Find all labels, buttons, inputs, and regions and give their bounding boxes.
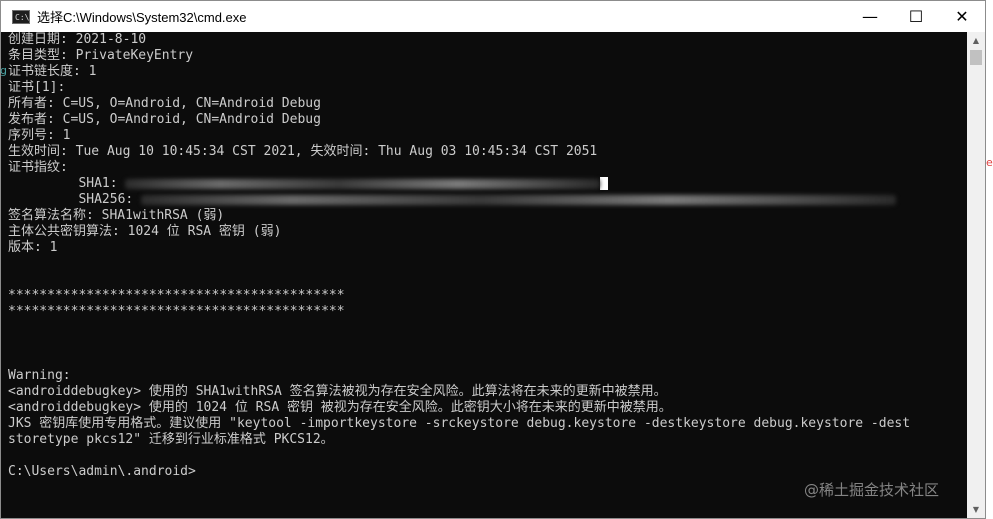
console-line: 创建日期: 2021-8-10 [8, 32, 147, 47]
console-line: <androiddebugkey> 使用的 1024 位 RSA 密钥 被视为存… [8, 400, 672, 415]
console-line: 条目类型: PrivateKeyEntry [8, 48, 194, 63]
scroll-down-arrow-icon[interactable]: ▼ [967, 501, 985, 518]
console-line: 证书指纹: [8, 160, 68, 175]
sha1-label: SHA1: [8, 176, 126, 191]
console-line: 证书链长度: 1 [8, 64, 97, 79]
scroll-up-arrow-icon[interactable]: ▲ [967, 32, 985, 49]
console-line: 证书[1]: [8, 80, 66, 95]
cmd-app-icon[interactable]: C:\ [12, 9, 30, 24]
sha256-line: SHA256: [8, 192, 897, 208]
title-bar[interactable]: C:\ 选择C:\Windows\System32\cmd.exe — ☐ ✕ [1, 1, 985, 32]
console-line: storetype pkcs12" 迁移到行业标准格式 PKCS12。 [8, 432, 334, 447]
window-title: 选择C:\Windows\System32\cmd.exe [37, 10, 247, 25]
console-line: 所有者: C=US, O=Android, CN=Android Debug [8, 96, 321, 111]
side-mark-right: e [986, 156, 993, 169]
sha1-line: SHA1: [8, 176, 609, 192]
console-line: 生效时间: Tue Aug 10 10:45:34 CST 2021, 失效时间… [8, 144, 598, 159]
console-line: ****************************************… [8, 288, 345, 303]
minimize-button[interactable]: — [847, 1, 893, 32]
console-line: 版本: 1 [8, 240, 58, 255]
scroll-thumb[interactable] [970, 50, 982, 65]
maximize-button[interactable]: ☐ [893, 1, 939, 32]
console-line: <androiddebugkey> 使用的 SHA1withRSA 签名算法被视… [8, 384, 667, 399]
redacted-fingerprint [141, 194, 897, 205]
console-line: Warning: [8, 368, 71, 383]
watermark: @稀土掘金技术社区 [803, 481, 939, 499]
command-prompt[interactable]: C:\Users\admin\.android> [8, 464, 196, 480]
redacted-fingerprint [125, 178, 601, 189]
console-line: 发布者: C=US, O=Android, CN=Android Debug [8, 112, 321, 127]
console-output[interactable]: 创建日期: 2021-8-10 条目类型: PrivateKeyEntry 证书… [1, 32, 967, 518]
close-button[interactable]: ✕ [939, 1, 985, 32]
side-mark-left: g [0, 64, 7, 77]
console-line: 序列号: 1 [8, 128, 71, 143]
cmd-window: C:\ 选择C:\Windows\System32\cmd.exe — ☐ ✕ … [0, 0, 986, 519]
console-line: 签名算法名称: SHA1withRSA (弱) [8, 208, 225, 223]
console-line: JKS 密钥库使用专用格式。建议使用 "keytool -importkeyst… [8, 416, 911, 431]
text-cursor [600, 177, 609, 190]
vertical-scrollbar[interactable]: ▲ ▼ [967, 32, 985, 518]
sha256-label: SHA256: [8, 192, 142, 207]
console-line: 主体公共密钥算法: 1024 位 RSA 密钥 (弱) [8, 224, 282, 239]
console-line: ****************************************… [8, 304, 345, 319]
